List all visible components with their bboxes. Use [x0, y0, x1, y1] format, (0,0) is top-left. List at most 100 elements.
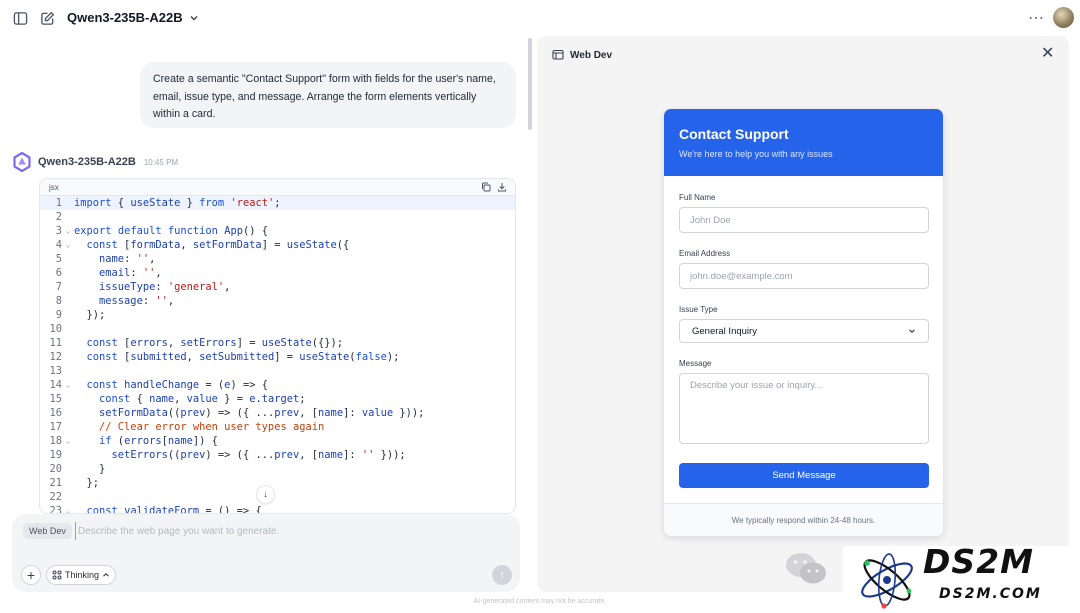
code-text: if (errors[name]) { — [99, 435, 218, 447]
code-text: const handleChange = (e) => { — [86, 379, 268, 391]
prompt-input[interactable] — [75, 522, 495, 540]
preview-header: Web Dev — [552, 49, 612, 61]
issue-type-label: Issue Type — [679, 305, 718, 314]
model-selector[interactable]: Qwen3-235B-A22B — [67, 10, 199, 25]
assistant-name: Qwen3-235B-A22B — [38, 156, 136, 168]
code-line: 11 const [errors, setErrors] = useState(… — [40, 336, 515, 350]
model-name-label: Qwen3-235B-A22B — [67, 10, 183, 25]
line-number: 7 — [55, 281, 62, 293]
code-text: message: '', — [99, 295, 175, 307]
fold-gutter — [62, 350, 74, 364]
code-line: 10 — [40, 322, 515, 336]
code-editor[interactable]: 1 import { useState } from 'react'; 2 3 ⌄ exp… — [40, 196, 515, 514]
preview-title: Web Dev — [570, 49, 613, 61]
watermark-brand: DS2M — [923, 542, 1034, 581]
code-text: email: '', — [99, 267, 162, 279]
thinking-label: Thinking — [65, 570, 100, 580]
scroll-down-button[interactable]: ↓ — [256, 485, 275, 504]
add-attachment-button[interactable]: + — [21, 565, 41, 585]
avatar[interactable] — [1053, 7, 1074, 28]
fold-chevron-icon[interactable]: ⌄ — [62, 238, 74, 252]
line-number: 1 — [55, 197, 62, 209]
code-text: name: '', — [99, 253, 156, 265]
issue-type-value: General Inquiry — [692, 325, 757, 337]
copy-icon[interactable] — [481, 182, 491, 192]
new-chat-icon[interactable] — [38, 9, 56, 27]
composer: Web Dev + Thinking ↑ — [12, 514, 520, 592]
line-number: 15 — [49, 393, 62, 405]
fold-gutter — [62, 462, 74, 476]
code-line: 15 const { name, value } = e.target; — [40, 392, 515, 406]
line-number: 9 — [55, 309, 62, 321]
close-preview-icon[interactable]: ✕ — [1041, 46, 1054, 62]
fold-gutter — [62, 364, 74, 378]
code-text: import { useState } from 'react'; — [74, 197, 281, 209]
message-textarea[interactable] — [679, 373, 929, 444]
code-line: 21 }; — [40, 476, 515, 490]
watermark-domain: DS2M.COM — [939, 586, 1042, 602]
code-line: 7 issueType: 'general', — [40, 280, 515, 294]
fold-gutter — [62, 308, 74, 322]
assistant-header: Qwen3-235B-A22B 10:45 PM — [12, 152, 178, 172]
code-text: } — [74, 463, 106, 475]
response-time-note: We typically respond within 24-48 hours. — [664, 503, 943, 536]
code-line: 12 const [submitted, setSubmitted] = use… — [40, 350, 515, 364]
code-line: 3 ⌄ export default function App() { — [40, 224, 515, 238]
fold-gutter — [62, 210, 74, 224]
line-number: 5 — [55, 253, 62, 265]
wechat-watermark-icon — [786, 553, 826, 584]
line-number: 3 — [55, 225, 62, 237]
full-name-input[interactable] — [679, 207, 929, 233]
line-number: 19 — [49, 449, 62, 461]
line-number: 23 — [49, 505, 62, 514]
line-number: 11 — [49, 337, 62, 349]
line-number: 16 — [49, 407, 62, 419]
code-language-label: jsx — [49, 182, 59, 192]
code-line: 6 email: '', — [40, 266, 515, 280]
code-block-header: jsx — [40, 179, 515, 196]
fold-chevron-icon[interactable]: ⌄ — [62, 434, 74, 448]
chevron-down-icon — [190, 15, 198, 20]
code-text: issueType: 'general', — [99, 281, 231, 293]
code-block: jsx 1 import { useState } from 'react'; 2 3… — [39, 178, 516, 514]
download-icon[interactable] — [497, 182, 507, 192]
web-dev-mode-chip[interactable]: Web Dev — [23, 523, 72, 539]
fold-chevron-icon[interactable]: ⌄ — [62, 504, 74, 513]
line-number: 12 — [49, 351, 62, 363]
contact-support-card: Contact Support We're here to help you w… — [664, 109, 943, 536]
fold-gutter — [62, 280, 74, 294]
code-line: 9 }); — [40, 308, 515, 322]
fold-gutter — [62, 406, 74, 420]
fold-gutter — [62, 252, 74, 266]
fold-gutter — [62, 392, 74, 406]
code-line: 13 — [40, 364, 515, 378]
line-number: 4 — [55, 239, 62, 251]
email-input[interactable] — [679, 263, 929, 289]
code-text: // Clear error when user types again — [99, 421, 325, 433]
qwen-logo-icon — [13, 152, 31, 172]
fold-chevron-icon[interactable]: ⌄ — [62, 378, 74, 392]
code-line: 8 message: '', — [40, 294, 515, 308]
code-text: setFormData((prev) => ({ ...prev, [name]… — [99, 407, 425, 419]
issue-type-select[interactable]: General Inquiry — [679, 319, 929, 343]
line-number: 8 — [55, 295, 62, 307]
code-line: 23 ⌄ const validateForm = () => { — [40, 504, 515, 514]
sidebar-toggle-icon[interactable] — [11, 9, 29, 27]
line-number: 21 — [49, 477, 62, 489]
line-number: 18 — [49, 435, 62, 447]
code-line: 2 — [40, 210, 515, 224]
more-options-icon[interactable]: ⋯ — [1028, 8, 1045, 28]
fold-gutter — [62, 448, 74, 462]
code-text: const { name, value } = e.target; — [99, 393, 306, 405]
fold-chevron-icon[interactable]: ⌄ — [62, 224, 74, 238]
code-text: setErrors((prev) => ({ ...prev, [name]: … — [111, 449, 406, 461]
send-message-button[interactable]: Send Message — [679, 463, 929, 488]
send-button[interactable]: ↑ — [492, 565, 512, 585]
code-text: }); — [74, 309, 106, 321]
user-message: Create a semantic "Contact Support" form… — [140, 62, 516, 128]
chat-scrollbar[interactable] — [528, 38, 532, 130]
email-label: Email Address — [679, 249, 731, 258]
code-text: const validateForm = () => { — [86, 505, 262, 514]
form-subtitle: We're here to help you with any issues — [679, 149, 833, 159]
thinking-toggle-button[interactable]: Thinking — [46, 565, 117, 585]
